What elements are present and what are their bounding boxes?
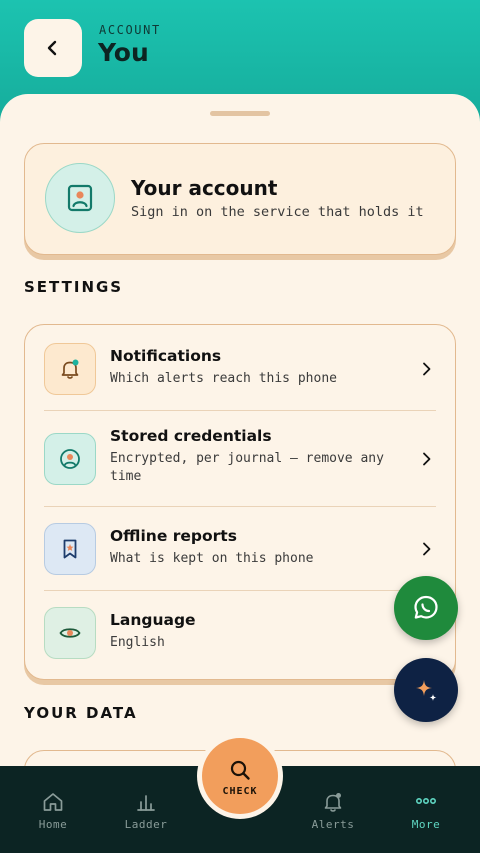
check-button[interactable]: CHECK [202,738,278,814]
nav-alerts[interactable]: Alerts [293,766,373,853]
divider [44,590,436,591]
settings-item-subtitle: Encrypted, per journal — remove any time [110,451,384,484]
your-data-section-label: YOUR DATA [24,704,138,722]
settings-list: Notifications Which alerts reach this ph… [24,324,456,680]
check-button-ring: CHECK [197,733,283,819]
settings-item-subtitle: Which alerts reach this phone [110,371,337,386]
home-icon [43,793,63,811]
settings-item-stored-credentials[interactable]: Stored credentials Encrypted, per journa… [44,427,436,485]
settings-item-title: Offline reports [110,527,237,545]
nav-more[interactable]: More [386,766,466,853]
chevron-right-icon [423,542,431,556]
page-eyebrow: ACCOUNT [99,23,161,37]
ladder-chart-icon [137,795,155,811]
divider [44,410,436,411]
sheet-handle[interactable] [210,111,270,116]
sparkle-icon [416,680,437,701]
ai-assistant-button[interactable] [394,658,458,722]
settings-item-title: Stored credentials [110,427,272,445]
settings-item-title: Language [110,611,196,629]
chat-bubble-icon [414,595,438,619]
bookmark-icon [44,523,96,575]
nav-ladder[interactable]: Ladder [106,766,186,853]
search-icon [230,760,250,780]
person-circle-icon [44,433,96,485]
settings-item-subtitle: English [110,635,165,650]
chevron-right-icon [423,452,431,466]
portrait-icon [67,184,93,212]
nav-label: Home [38,818,68,831]
nav-label: Ladder [124,818,168,831]
back-button[interactable] [24,19,82,77]
nav-label: Alerts [311,818,355,831]
settings-item-language[interactable]: Language English [44,607,436,659]
bell-icon [44,343,96,395]
whatsapp-button[interactable] [394,576,458,640]
more-dots-icon [415,798,436,805]
account-subtitle: Sign in on the service that holds it [131,204,424,220]
account-title: Your account [131,176,278,200]
settings-item-offline-reports[interactable]: Offline reports What is kept on this pho… [44,523,436,575]
chevron-left-icon [47,40,57,56]
divider [44,506,436,507]
eye-icon [44,607,96,659]
nav-home[interactable]: Home [13,766,93,853]
settings-section-label: SETTINGS [24,278,124,296]
account-card[interactable]: Your account Sign in on the service that… [24,143,456,255]
settings-item-title: Notifications [110,347,222,365]
check-label: CHECK [222,786,258,797]
chevron-right-icon [423,362,431,376]
settings-item-subtitle: What is kept on this phone [110,551,314,566]
settings-item-notifications[interactable]: Notifications Which alerts reach this ph… [44,343,436,395]
page-title: You [98,38,149,67]
account-avatar [45,163,115,233]
nav-label: More [411,818,441,831]
bell-icon [324,793,342,812]
